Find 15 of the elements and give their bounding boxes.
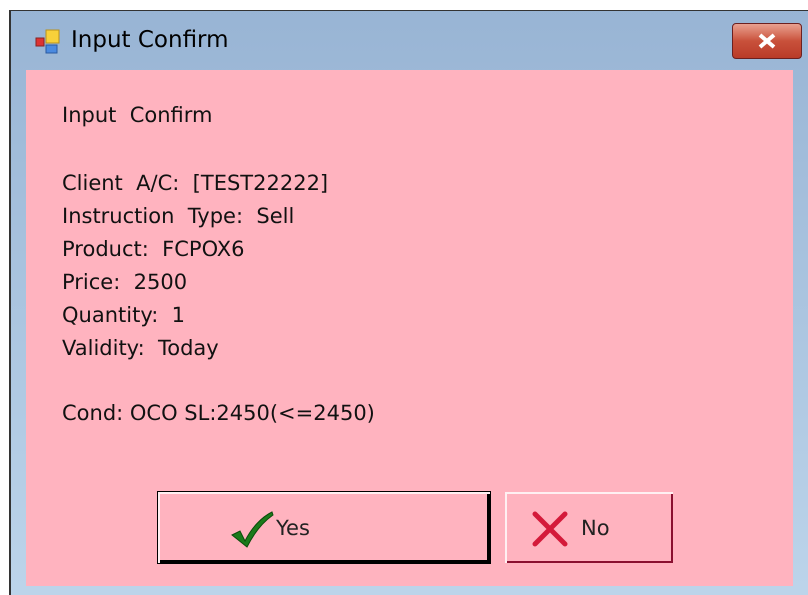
heading: Input Confirm (62, 102, 214, 129)
yes-button[interactable]: Yes (158, 492, 490, 563)
detail-line: Instruction Type: Sell (62, 203, 296, 230)
window-title: Input Confirm (71, 26, 229, 56)
detail-line: Client A/C: [TEST22222] (62, 170, 330, 197)
check-icon (230, 508, 274, 548)
close-button[interactable] (732, 22, 802, 58)
detail-line: Product: FCPOX6 (62, 236, 246, 263)
detail-line: Price: 2500 (62, 269, 188, 296)
cross-icon (531, 510, 569, 548)
detail-line: Quantity: 1 (62, 302, 186, 329)
no-button[interactable]: No (505, 492, 673, 563)
detail-line: Validity: Today (62, 335, 220, 362)
condition-text: Cond: OCO SL:2450(<=2450) (62, 400, 376, 427)
close-icon (757, 32, 777, 48)
